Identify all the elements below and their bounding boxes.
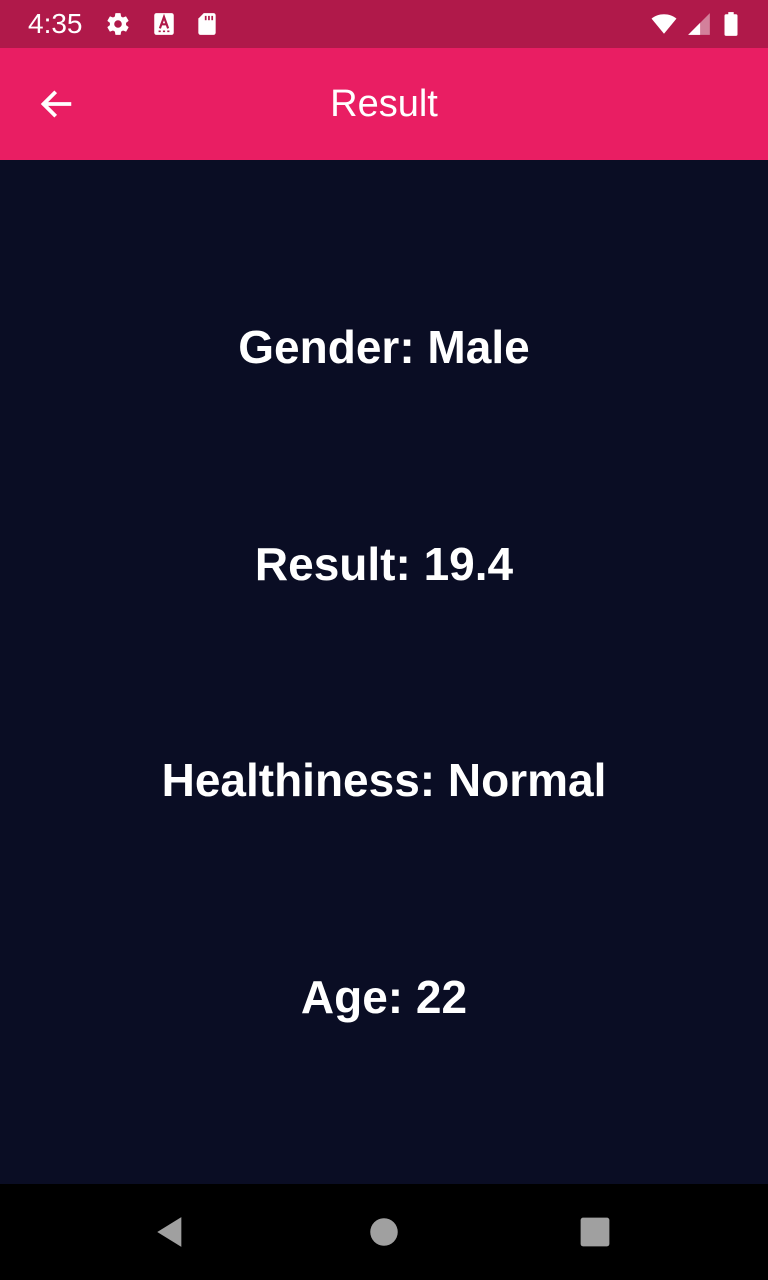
battery-icon	[724, 12, 738, 36]
navigation-bar	[0, 1184, 768, 1280]
status-time: 4:35	[28, 8, 83, 39]
healthiness-text: Healthiness: Normal	[161, 754, 607, 806]
nav-home-button[interactable]	[352, 1200, 416, 1264]
status-bar: 4:35	[0, 0, 768, 48]
back-button[interactable]	[24, 72, 88, 136]
gender-text: Gender: Male	[238, 321, 530, 373]
signal-icon	[688, 13, 710, 35]
sd-card-icon	[198, 13, 216, 35]
nav-recents-button[interactable]	[563, 1200, 627, 1264]
age-text: Age: 22	[300, 971, 468, 1023]
app-bar: Result	[0, 48, 768, 160]
gear-icon	[107, 13, 129, 35]
page-title: Result	[330, 83, 438, 125]
nav-back-button[interactable]	[138, 1200, 202, 1264]
result-content: Gender: Male Result: 19.4 Healthiness: N…	[0, 160, 768, 1184]
result-value-text: Result: 19.4	[254, 538, 514, 590]
text-a-icon	[154, 13, 174, 35]
back-triangle-icon	[157, 1217, 182, 1247]
recents-square-icon	[580, 1217, 610, 1247]
wifi-icon	[651, 14, 677, 34]
home-circle-icon	[370, 1218, 398, 1246]
arrow-left-icon	[40, 90, 72, 118]
